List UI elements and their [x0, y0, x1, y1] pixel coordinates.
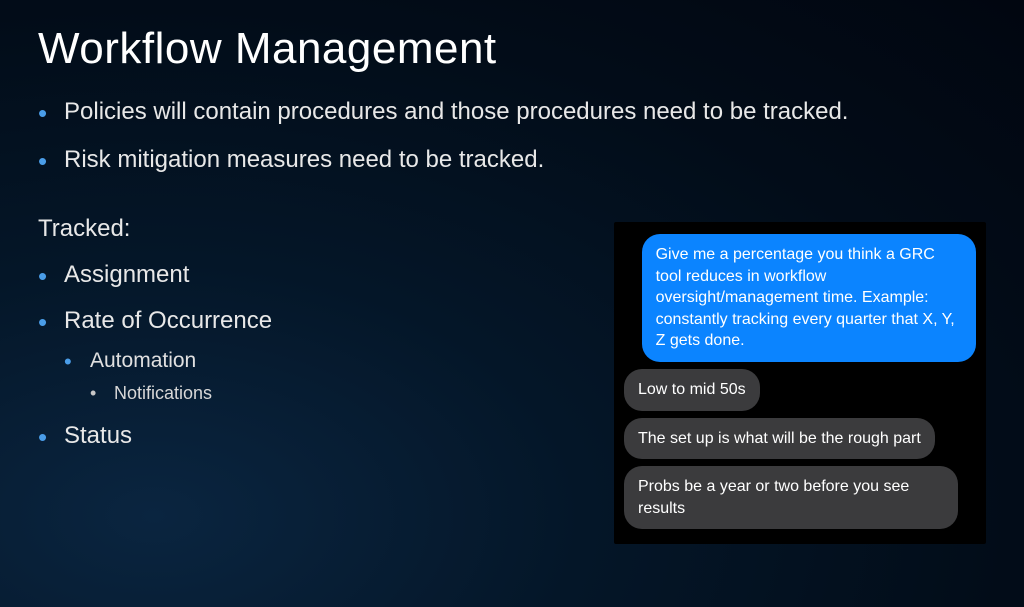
- chat-screenshot: Give me a percentage you think a GRC too…: [614, 222, 986, 544]
- tracked-item-label: Assignment: [64, 261, 189, 288]
- chat-message-received: Low to mid 50s: [624, 369, 760, 411]
- main-bullet-item: Risk mitigation measures need to be trac…: [38, 144, 986, 176]
- tracked-subitem-label: Automation: [90, 349, 196, 372]
- tracked-subsubitem-label: Notifications: [114, 383, 212, 403]
- main-bullet-item: Policies will contain procedures and tho…: [38, 96, 986, 128]
- chat-message-received: Probs be a year or two before you see re…: [624, 466, 958, 529]
- main-bullet-list: Policies will contain procedures and tho…: [38, 96, 986, 177]
- tracked-item-label: Status: [64, 422, 132, 449]
- tracked-item-label: Rate of Occurrence: [64, 307, 272, 334]
- chat-message-sent: Give me a percentage you think a GRC too…: [642, 234, 976, 362]
- slide-title: Workflow Management: [38, 24, 986, 74]
- chat-message-received: The set up is what will be the rough par…: [624, 418, 935, 460]
